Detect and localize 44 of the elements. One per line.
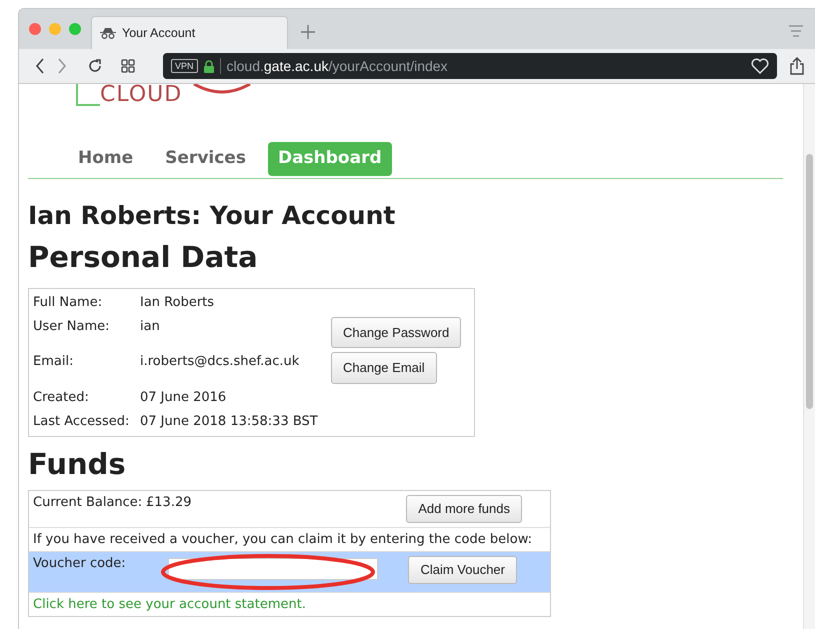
field-label: Last Accessed: — [33, 412, 130, 431]
lock-icon — [204, 60, 214, 72]
balance-value: £13.29 — [146, 494, 192, 512]
spy-icon — [100, 27, 116, 39]
statement-link[interactable]: Click here to see your account statement. — [33, 596, 306, 612]
field-value: ian — [140, 318, 161, 336]
claim-voucher-button[interactable]: Claim Voucher — [408, 556, 517, 584]
field-label: Created: — [33, 388, 90, 407]
forward-icon[interactable] — [57, 58, 67, 74]
vpn-badge: VPN — [171, 59, 198, 73]
page-title: Ian Roberts: Your Account — [28, 200, 396, 232]
nav-tab[interactable]: Services — [155, 142, 256, 176]
field-label: Email: — [33, 353, 74, 371]
field-label: Full Name: — [33, 294, 104, 312]
share-icon[interactable] — [789, 57, 805, 75]
reload-icon[interactable] — [87, 58, 103, 74]
back-icon[interactable] — [35, 58, 45, 74]
section-heading: Personal Data — [28, 239, 259, 276]
field-value: Ian Roberts — [140, 294, 216, 312]
balance-label: Current Balance: — [33, 494, 144, 512]
logo-bracket-icon — [76, 84, 100, 106]
field-label: User Name: — [33, 318, 110, 336]
scrollbar[interactable] — [803, 84, 815, 629]
heart-icon[interactable] — [751, 58, 769, 74]
voucher-prompt: If you have received a voucher, you can claim it by entering the code below: — [33, 532, 532, 546]
logo-text: CLOUD — [100, 84, 182, 106]
new-tab-icon[interactable] — [300, 24, 316, 40]
change-button[interactable]: Change Password — [331, 316, 462, 348]
section-heading: Funds — [28, 446, 127, 482]
close-window-icon[interactable] — [29, 23, 41, 35]
url-text: cloud.gate.ac.uk/yourAccount/index — [226, 56, 448, 76]
menu-icon[interactable] — [789, 25, 803, 37]
logo-arc-icon — [192, 84, 252, 94]
address-bar[interactable]: VPN cloud.gate.ac.uk/yourAccount/index — [163, 53, 777, 79]
voucher-label: Voucher code: — [33, 555, 127, 573]
field-value: 07 June 2018 13:58:33 BST — [140, 412, 319, 431]
field-value: i.roberts@dcs.shef.ac.uk — [140, 353, 300, 371]
grid-icon[interactable] — [121, 59, 135, 73]
browser-tab[interactable]: Your Account — [91, 16, 288, 49]
tab-title: Your Account — [122, 24, 196, 42]
add-funds-button[interactable]: Add more funds — [406, 495, 522, 522]
field-value: 07 June 2016 — [140, 388, 228, 407]
nav-tab[interactable]: Home — [68, 142, 144, 176]
change-button[interactable]: Change Email — [331, 352, 437, 384]
